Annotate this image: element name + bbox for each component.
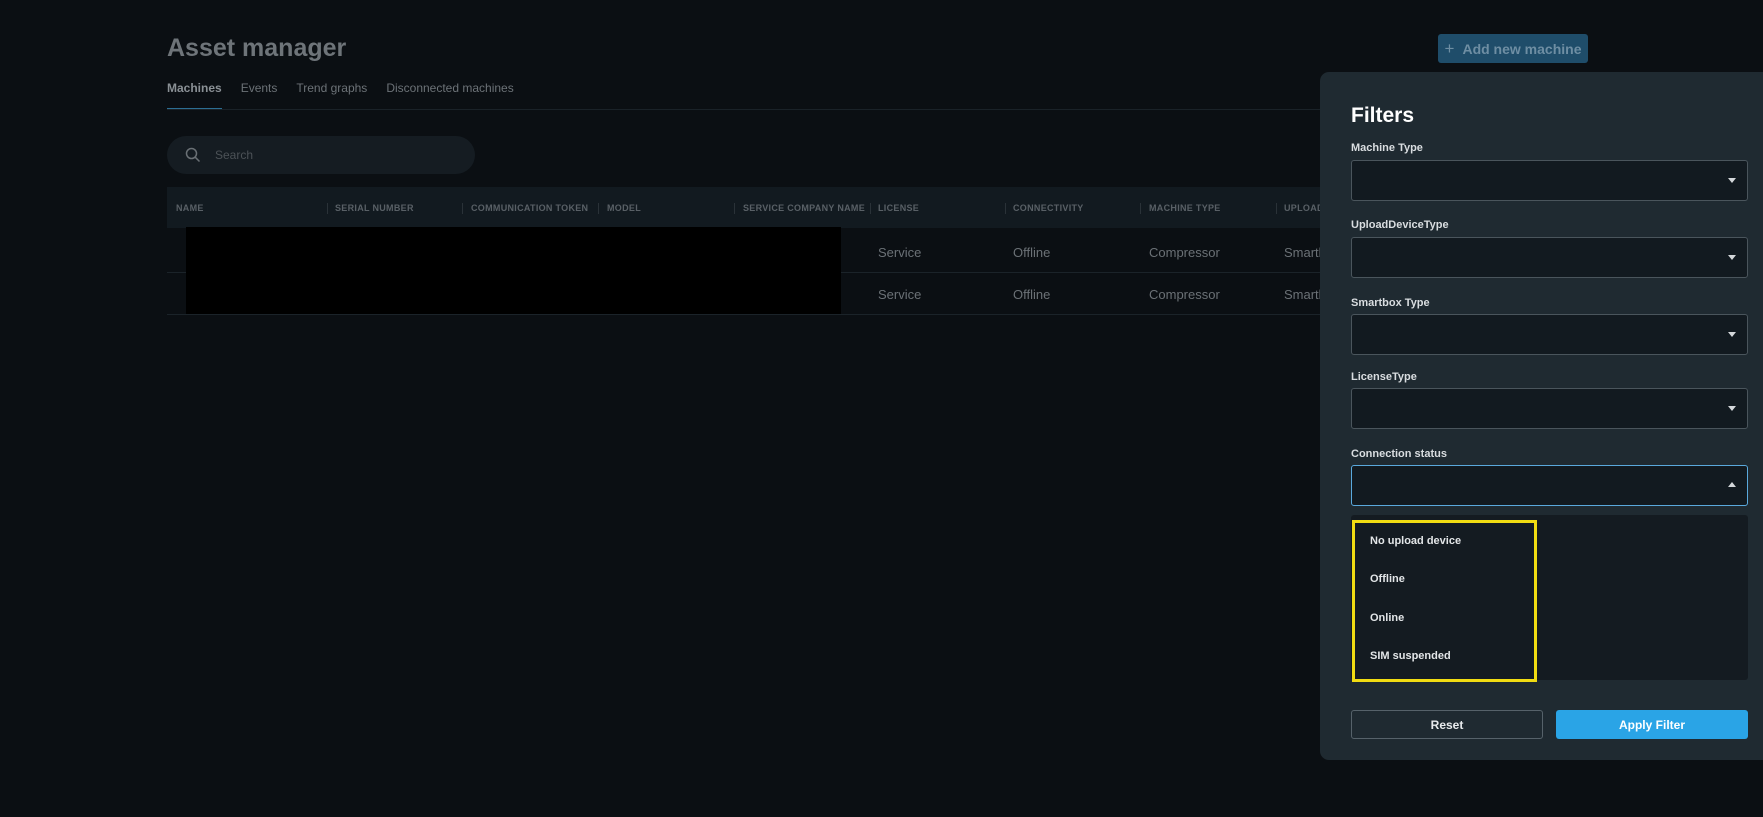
tab-disconnected-machines[interactable]: Disconnected machines — [386, 80, 513, 110]
column-separator — [327, 203, 328, 214]
search-input[interactable] — [213, 147, 453, 163]
column-header-name[interactable]: NAME — [176, 203, 204, 213]
upload-device-type-label: UploadDeviceType — [1351, 219, 1449, 231]
license-type-select[interactable] — [1351, 388, 1748, 429]
chevron-down-icon — [1728, 406, 1736, 411]
connection-status-select[interactable] — [1351, 465, 1748, 506]
plus-icon: + — [1444, 38, 1455, 58]
tabs-divider — [167, 109, 1337, 110]
column-header-connectivity[interactable]: CONNECTIVITY — [1013, 203, 1084, 213]
tab-bar: Machines Events Trend graphs Disconnecte… — [167, 80, 533, 110]
column-separator — [462, 203, 463, 214]
column-header-service-company-name[interactable]: SERVICE COMPANY NAME — [743, 203, 865, 213]
cell-license: Service — [878, 245, 922, 260]
cell-machine-type: Compressor — [1149, 287, 1220, 302]
column-header-model[interactable]: MODEL — [607, 203, 641, 213]
add-new-machine-label: Add new machine — [1462, 40, 1582, 57]
search-bar[interactable] — [167, 136, 475, 174]
chevron-down-icon — [1728, 255, 1736, 260]
search-icon — [185, 147, 201, 163]
upload-device-type-select[interactable] — [1351, 237, 1748, 278]
machine-type-label: Machine Type — [1351, 142, 1423, 154]
tab-events[interactable]: Events — [241, 80, 278, 110]
tab-machines[interactable]: Machines — [167, 80, 222, 109]
filters-title: Filters — [1351, 104, 1415, 127]
machine-type-select[interactable] — [1351, 160, 1748, 201]
asset-manager-page: Asset manager + Add new machine Machines… — [0, 0, 1763, 817]
add-new-machine-button[interactable]: + Add new machine — [1438, 34, 1588, 63]
smartbox-type-label: Smartbox Type — [1351, 297, 1430, 309]
column-separator — [1005, 203, 1006, 214]
smartbox-type-select[interactable] — [1351, 314, 1748, 355]
column-header-communication-token[interactable]: COMMUNICATION TOKEN — [471, 203, 588, 213]
column-separator — [1276, 203, 1277, 214]
column-header-license[interactable]: LICENSE — [878, 203, 919, 213]
redacted-block — [186, 227, 841, 314]
cell-connectivity: Offline — [1013, 287, 1051, 302]
column-header-upload[interactable]: UPLOAD — [1284, 203, 1324, 213]
tab-trend-graphs[interactable]: Trend graphs — [296, 80, 367, 110]
chevron-up-icon — [1728, 482, 1736, 487]
license-type-label: LicenseType — [1351, 371, 1417, 383]
page-title: Asset manager — [167, 34, 347, 62]
column-header-machine-type[interactable]: MACHINE TYPE — [1149, 203, 1221, 213]
column-header-serial-number[interactable]: SERIAL NUMBER — [335, 203, 414, 213]
apply-filter-button[interactable]: Apply Filter — [1556, 710, 1748, 739]
column-separator — [1140, 203, 1141, 214]
cell-license: Service — [878, 287, 922, 302]
cell-machine-type: Compressor — [1149, 245, 1220, 260]
chevron-down-icon — [1728, 178, 1736, 183]
reset-button[interactable]: Reset — [1351, 710, 1543, 739]
connection-status-label: Connection status — [1351, 448, 1447, 460]
highlight-box — [1352, 520, 1537, 682]
cell-connectivity: Offline — [1013, 245, 1051, 260]
table-header: NAME SERIAL NUMBER COMMUNICATION TOKEN M… — [167, 187, 1337, 228]
column-separator — [734, 203, 735, 214]
chevron-down-icon — [1728, 332, 1736, 337]
column-separator — [598, 203, 599, 214]
column-separator — [870, 203, 871, 214]
